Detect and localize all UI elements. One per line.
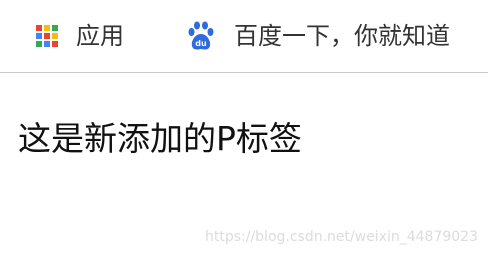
bookmark-baidu-label: 百度一下，你就知道 xyxy=(234,22,450,50)
page-content: 这是新添加的P标签 xyxy=(18,120,302,158)
watermark: https://blog.csdn.net/weixin_44879023 xyxy=(204,229,478,245)
bookmarks-bar: 应用 du 百度一下，你就知道 xyxy=(0,0,488,73)
baidu-paw-icon: du xyxy=(188,21,214,50)
apps-grid-icon xyxy=(36,25,58,47)
bookmark-apps[interactable]: 应用 xyxy=(36,14,124,58)
bookmark-baidu[interactable]: du 百度一下，你就知道 xyxy=(188,14,450,58)
bookmark-apps-label: 应用 xyxy=(76,22,124,50)
added-paragraph: 这是新添加的P标签 xyxy=(18,119,302,158)
baidu-icon-text: du xyxy=(195,39,207,48)
